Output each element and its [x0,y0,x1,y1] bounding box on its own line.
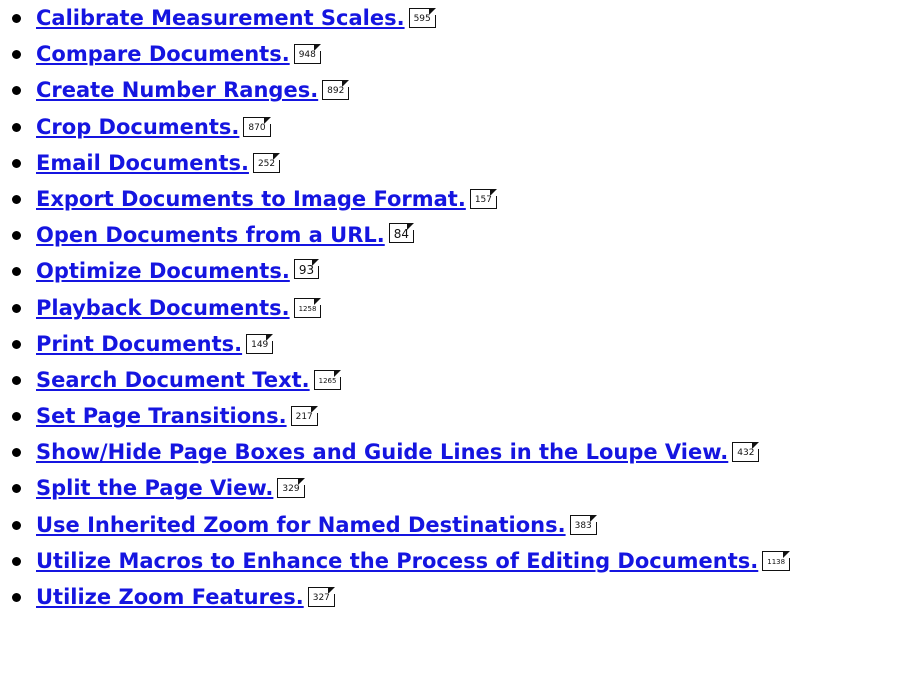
topic-link[interactable]: Open Documents from a URL. [36,223,385,247]
bullet-icon [12,14,21,23]
bullet-icon [12,231,21,241]
topic-link[interactable]: Search Document Text. [36,368,310,392]
list-item: Utilize Zoom Features. 327 [0,579,790,615]
list-item: Print Documents. 149 [0,326,790,362]
topic-link[interactable]: Optimize Documents. [36,259,290,283]
page-reference-icon[interactable]: 217 [290,406,318,427]
page-reference-icon[interactable]: 383 [569,514,597,535]
page-reference-icon[interactable]: 252 [252,152,281,173]
page-reference-icon[interactable]: 84 [388,223,415,244]
topic-link[interactable]: Export Documents to Image Format. [36,187,466,211]
list-item: Open Documents from a URL. 84 [0,217,790,253]
topic-link[interactable]: Set Page Transitions. [36,404,287,428]
list-item: Email Documents. 252 [0,145,790,181]
bullet-icon [12,412,21,422]
page-reference-icon[interactable]: 1265 [313,369,342,390]
list-item: Create Number Ranges. 892 [0,72,790,108]
page-reference-icon[interactable]: 870 [243,116,271,137]
page-reference-icon[interactable]: 432 [732,442,760,463]
page-reference-icon[interactable]: 327 [307,587,336,607]
bullet-icon [12,448,21,458]
page-reference-icon[interactable]: 595 [408,8,436,28]
list-item: Search Document Text. 1265 [0,362,790,398]
bullet-icon [12,194,21,204]
page-reference-icon[interactable]: 1138 [762,550,791,571]
list-item: Playback Documents. 1258 [0,290,790,326]
topic-link[interactable]: Create Number Ranges. [36,78,318,102]
bullet-icon [12,484,21,494]
topic-link[interactable]: Print Documents. [36,332,242,356]
list-item: Crop Documents. 870 [0,109,790,145]
list-item: Use Inherited Zoom for Named Destination… [0,507,790,543]
list-item: Optimize Documents. 93 [0,253,790,289]
bullet-icon [12,267,21,277]
list-item: Set Page Transitions. 217 [0,398,790,434]
list-item: Show/Hide Page Boxes and Guide Lines in … [0,434,790,470]
page-reference-icon[interactable]: 329 [277,478,305,499]
topic-link[interactable]: Show/Hide Page Boxes and Guide Lines in … [36,440,728,464]
topic-link[interactable]: Calibrate Measurement Scales. [36,6,405,30]
page-reference-icon[interactable]: 149 [246,333,274,354]
topic-link[interactable]: Compare Documents. [36,42,290,66]
bullet-icon [12,375,21,385]
page-reference-icon[interactable]: 948 [293,44,322,65]
bullet-icon [12,593,21,602]
bullet-icon [12,556,21,566]
bullet-icon [12,339,21,349]
page-reference-icon[interactable]: 892 [322,80,350,101]
list-item: Split the Page View. 329 [0,470,790,506]
page-reference-icon[interactable]: 1258 [293,297,322,318]
topic-link[interactable]: Utilize Zoom Features. [36,585,304,609]
topic-link[interactable]: Playback Documents. [36,296,290,320]
topic-link[interactable]: Utilize Macros to Enhance the Process of… [36,549,758,573]
page-reference-icon[interactable]: 93 [293,259,320,280]
bullet-icon [12,122,21,132]
topic-link[interactable]: Split the Page View. [36,476,273,500]
topic-link[interactable]: Use Inherited Zoom for Named Destination… [36,513,566,537]
bullet-icon [12,158,21,168]
list-item: Calibrate Measurement Scales. 595 [0,0,790,36]
topic-list: Calibrate Measurement Scales. 595 Compare… [0,0,791,615]
bullet-icon [12,520,21,530]
list-item: Compare Documents. 948 [0,36,790,72]
list-item: Utilize Macros to Enhance the Process of… [0,543,791,579]
bullet-icon [12,86,21,96]
topic-link[interactable]: Crop Documents. [36,115,239,139]
bullet-icon [12,50,21,60]
list-item: Export Documents to Image Format. 157 [0,181,790,217]
topic-link[interactable]: Email Documents. [36,151,249,175]
bullet-icon [12,303,21,313]
page-reference-icon[interactable]: 157 [469,188,498,209]
